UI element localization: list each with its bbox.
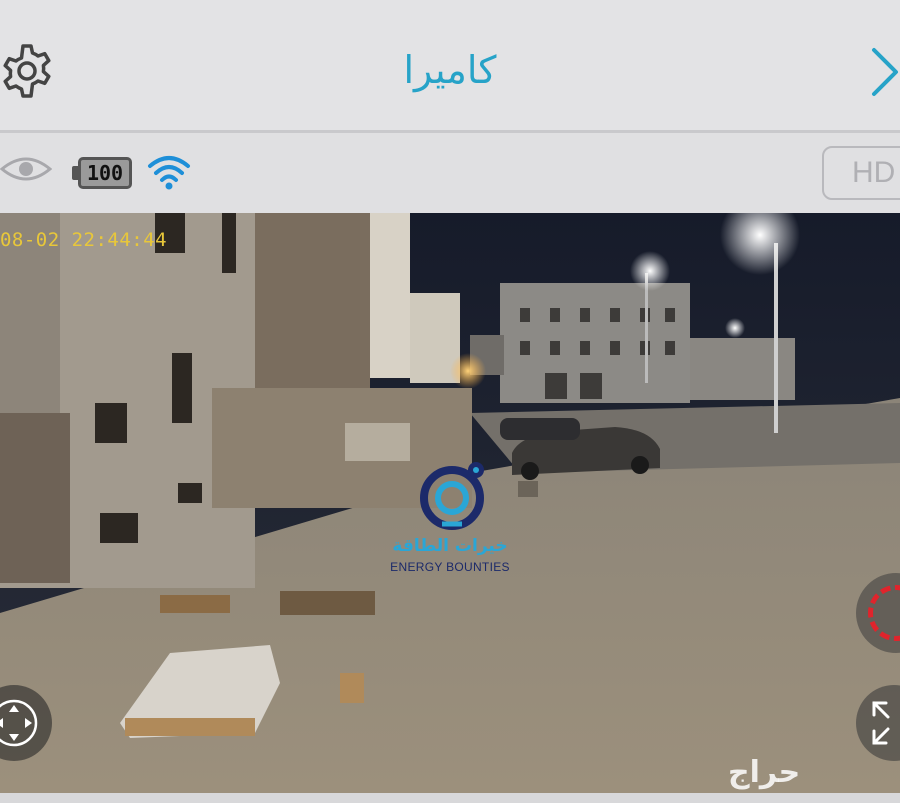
camera-feed[interactable]: -08-02 22:44:44 خيرات الطاقة ENERGY BOUN… [0,213,900,793]
ptz-control-button[interactable] [0,685,52,761]
wifi-icon [148,156,190,190]
joystick-icon [0,699,38,747]
record-icon [868,585,900,641]
eye-icon[interactable] [0,151,52,187]
quality-button[interactable]: HD [822,146,900,200]
corner-watermark: حراج [728,755,801,790]
page-title: كاميرا [403,48,497,92]
watermark-arabic: خيرات الطاقة [392,536,508,556]
app-header: كاميرا [0,0,900,130]
watermark-english: ENERGY BOUNTIES [390,560,510,574]
battery-indicator: 100 [78,157,132,189]
close-icon [872,48,898,96]
watermark: خيرات الطاقة ENERGY BOUNTIES [380,458,520,578]
fullscreen-icon [872,701,890,745]
fullscreen-button[interactable] [856,685,900,761]
status-bar [0,133,900,213]
watermark-logo-icon [420,462,484,530]
close-button[interactable] [866,44,900,100]
video-timestamp: -08-02 22:44:44 [0,229,168,251]
bottom-bar [0,793,900,803]
